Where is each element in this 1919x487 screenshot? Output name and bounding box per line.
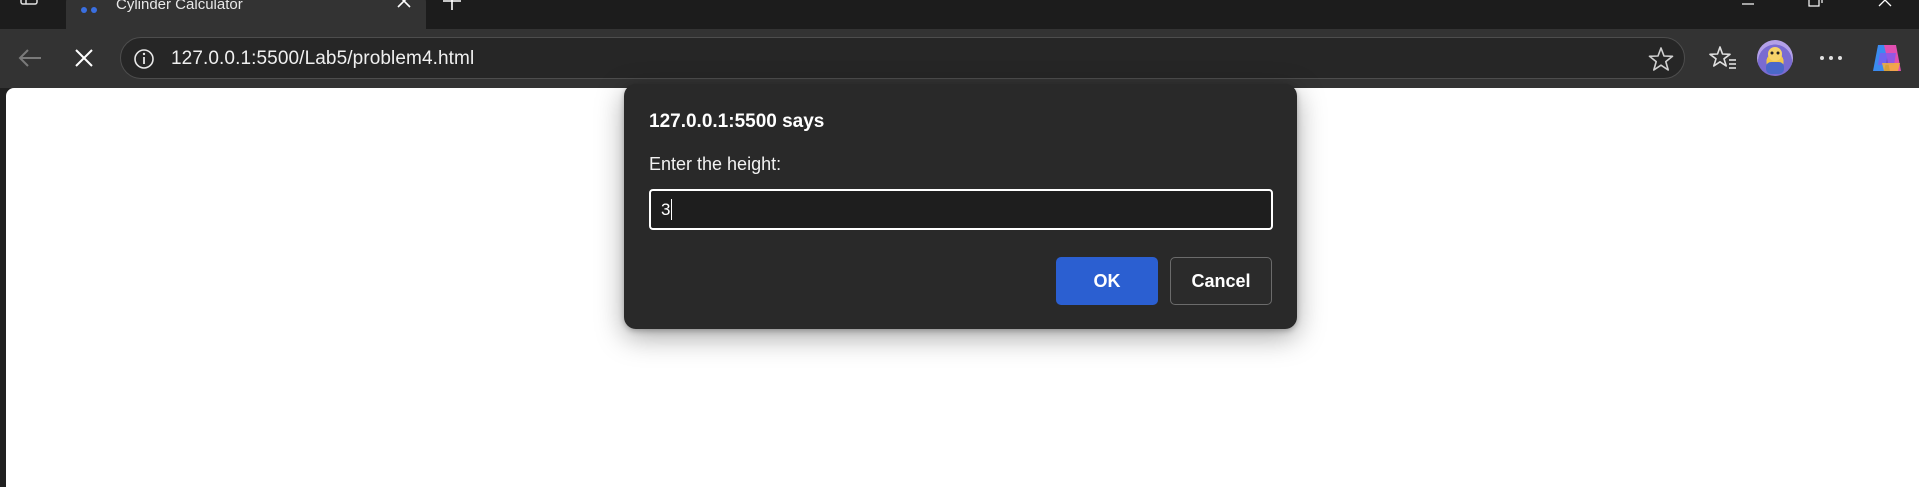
- close-window-icon[interactable]: [1862, 0, 1908, 16]
- ok-button[interactable]: OK: [1056, 257, 1158, 305]
- cancel-button[interactable]: Cancel: [1170, 257, 1272, 305]
- avatar[interactable]: [1757, 40, 1793, 76]
- sidebar-icon[interactable]: [14, 0, 44, 16]
- url-text: 127.0.0.1:5500/Lab5/problem4.html: [171, 48, 475, 69]
- tab-active[interactable]: Cylinder Calculator: [66, 0, 426, 29]
- tab-strip: Cylinder Calculator: [0, 0, 1919, 29]
- favorites-icon[interactable]: [1705, 40, 1741, 76]
- copilot-icon[interactable]: [1870, 41, 1904, 75]
- prompt-input[interactable]: 3: [649, 189, 1273, 230]
- close-icon[interactable]: [394, 0, 414, 15]
- star-icon[interactable]: [1648, 46, 1674, 71]
- restore-icon[interactable]: [1792, 0, 1838, 16]
- plus-icon[interactable]: [440, 0, 464, 16]
- text-caret: [671, 199, 673, 220]
- favicon-icon: [78, 2, 102, 16]
- address-bar[interactable]: 127.0.0.1:5500/Lab5/problem4.html: [120, 37, 1685, 79]
- tab-title: Cylinder Calculator: [116, 0, 243, 13]
- minimize-icon[interactable]: [1725, 0, 1771, 16]
- back-arrow-icon[interactable]: [12, 40, 48, 76]
- prompt-dialog: 127.0.0.1:5500 says Enter the height: 3 …: [624, 84, 1297, 329]
- stop-icon[interactable]: [66, 40, 102, 76]
- dialog-message: Enter the height:: [649, 154, 782, 174]
- browser-toolbar: 127.0.0.1:5500/Lab5/problem4.html: [0, 29, 1919, 88]
- info-icon[interactable]: [133, 48, 154, 69]
- prompt-input-value: 3: [661, 199, 671, 219]
- dialog-title: 127.0.0.1:5500 says: [649, 111, 825, 132]
- more-icon[interactable]: [1813, 40, 1849, 76]
